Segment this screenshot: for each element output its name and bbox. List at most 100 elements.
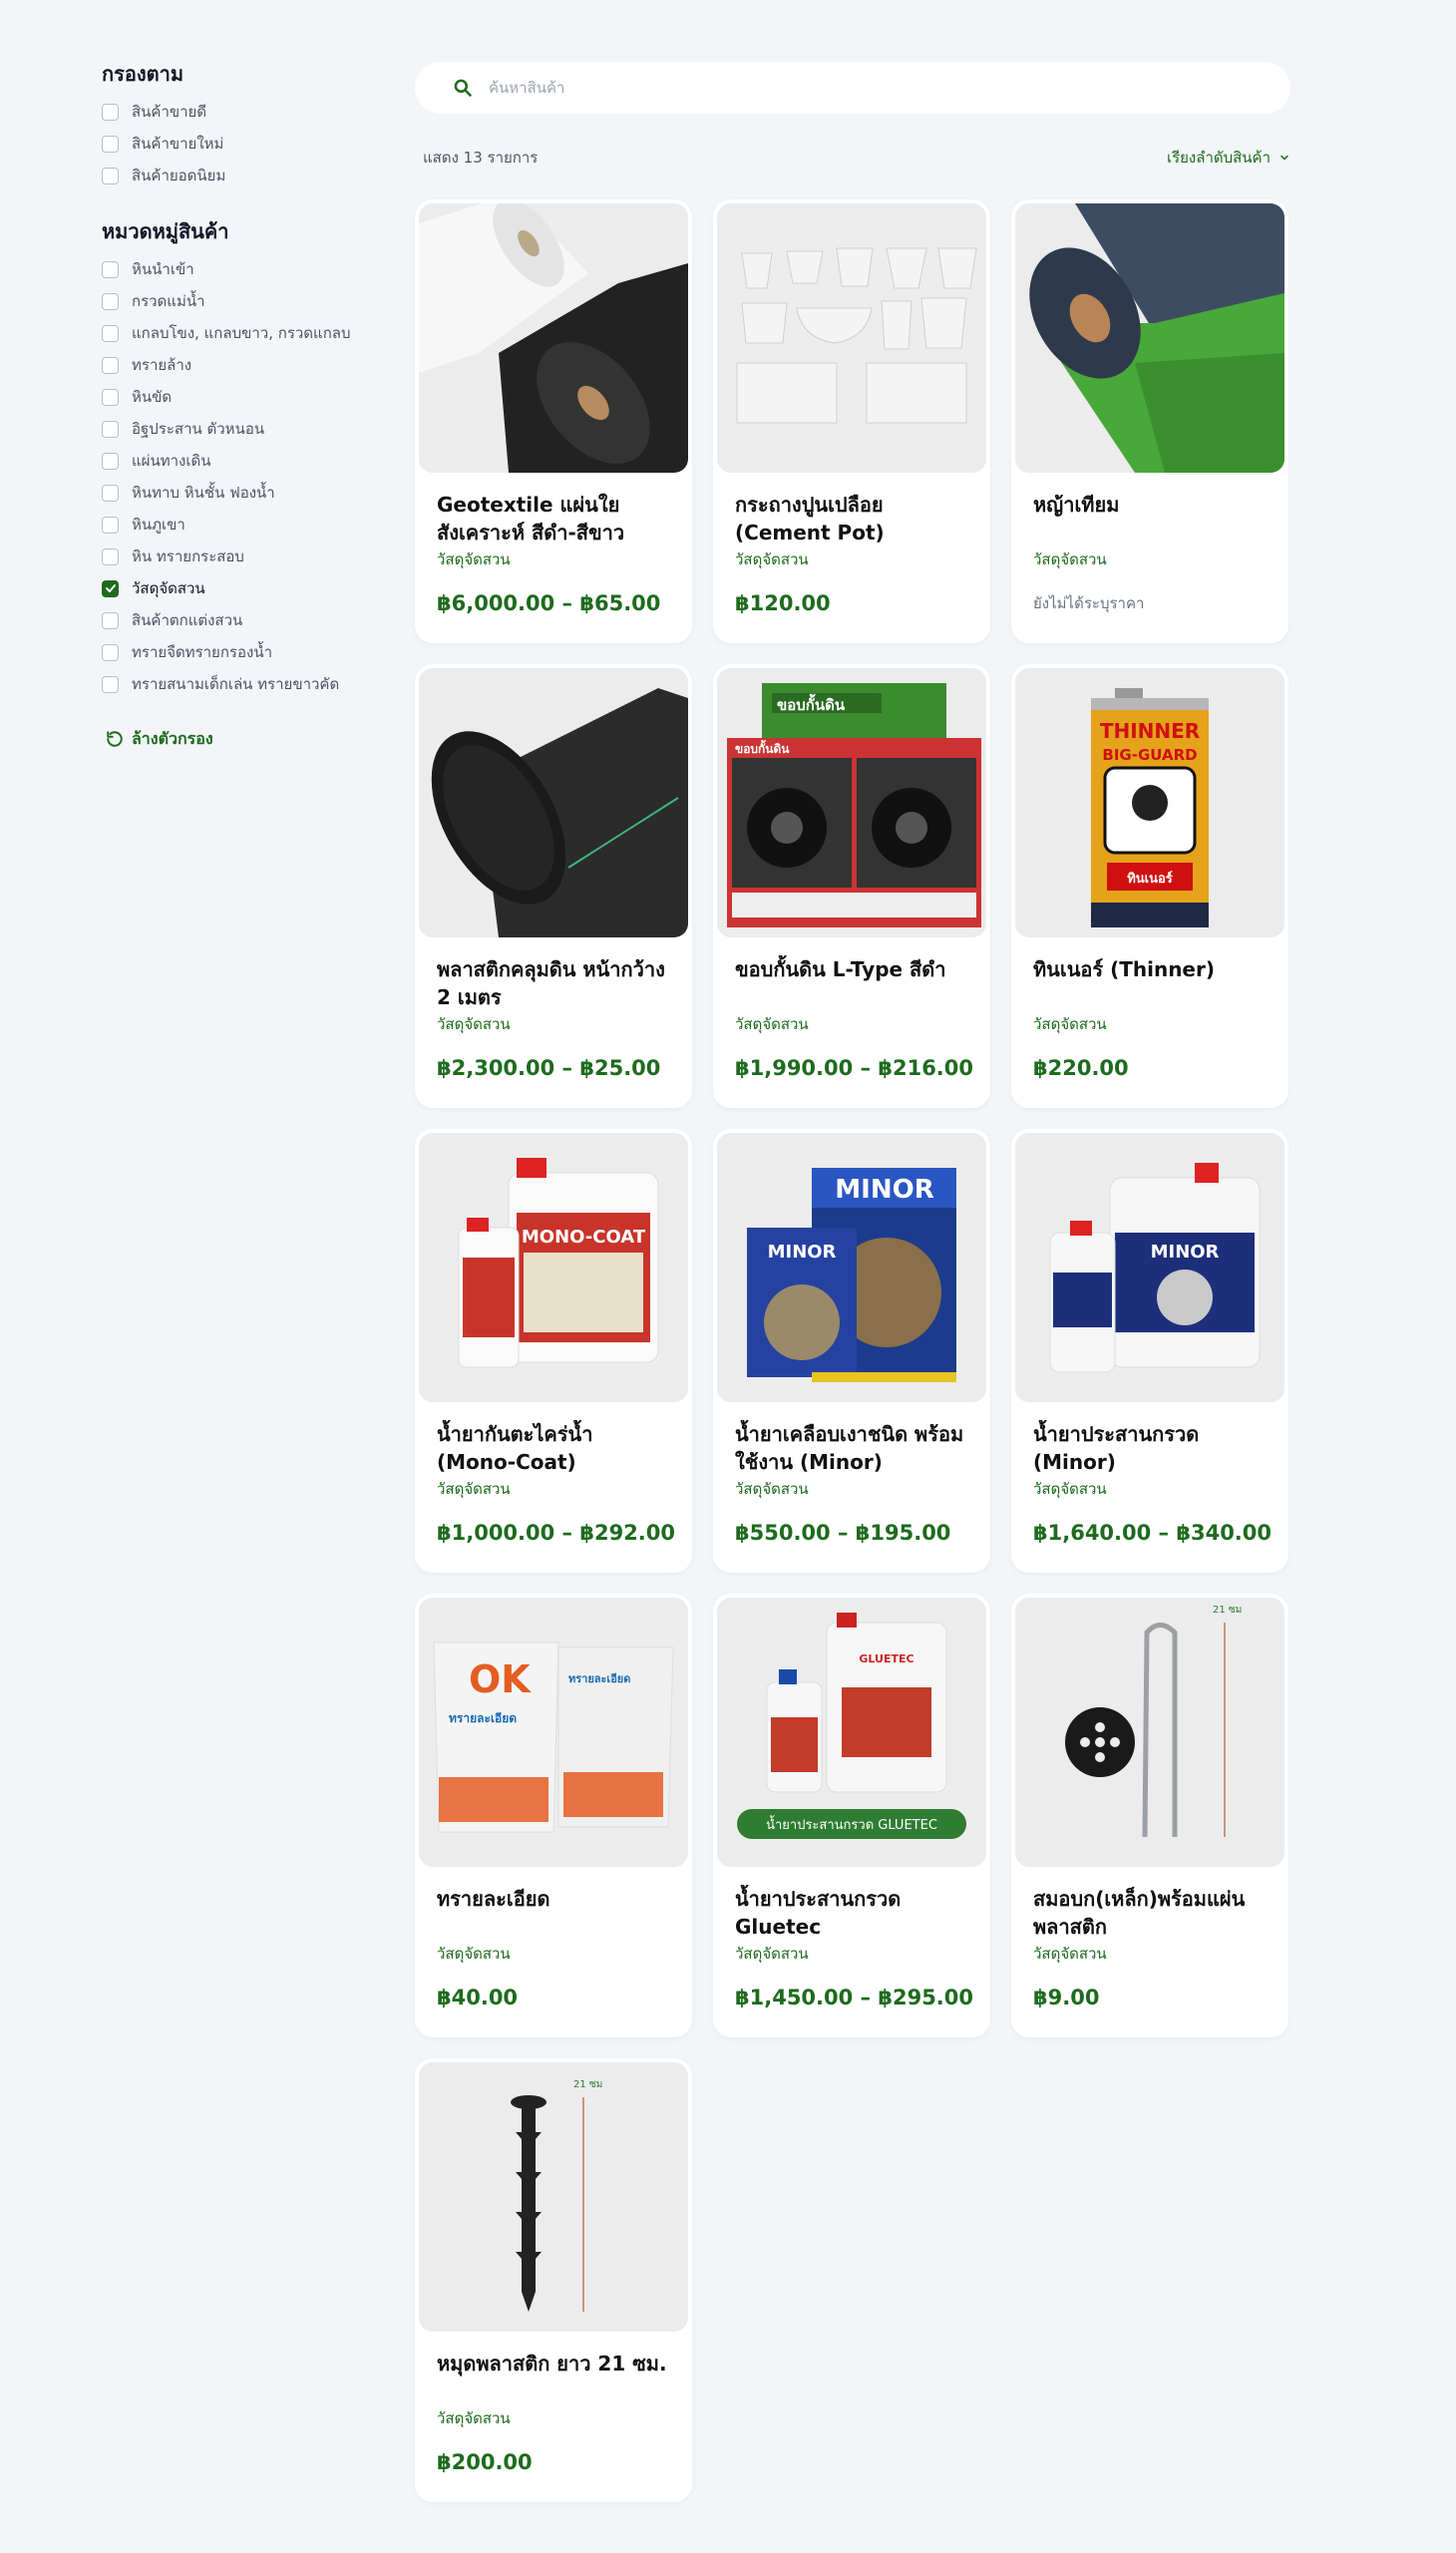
- product-name[interactable]: ทรายละเอียด: [437, 1885, 670, 1941]
- filter-option[interactable]: ทรายล้าง: [102, 349, 371, 381]
- product-name[interactable]: หมุดพลาสติก ยาว 21 ซม.: [437, 2350, 670, 2405]
- svg-text:GLUETEC: GLUETEC: [859, 1652, 913, 1665]
- product-card[interactable]: THINNER BIG-GUARD ทินเนอร์ ทินเนอร์ (Thi…: [1011, 664, 1288, 1108]
- filter-option[interactable]: สินค้ายอดนิยม: [102, 160, 371, 191]
- filter-option[interactable]: กรวดแม่น้ำ: [102, 285, 371, 317]
- checkbox[interactable]: [102, 611, 119, 629]
- checkbox[interactable]: [102, 643, 119, 661]
- product-name[interactable]: น้ำยาเคลือบเงาชนิด พร้อมใช้งาน (Minor): [735, 1420, 968, 1476]
- product-image[interactable]: THINNER BIG-GUARD ทินเนอร์: [1015, 668, 1284, 937]
- filter-option[interactable]: หินนำเข้า: [102, 253, 371, 285]
- product-card[interactable]: MINOR น้ำยาประสานกรวด (Minor) วัสดุจัดสวน…: [1011, 1129, 1288, 1573]
- filter-option[interactable]: หินทาบ หินชั้น ฟองน้ำ: [102, 477, 371, 509]
- filter-option[interactable]: หินภูเขา: [102, 509, 371, 541]
- product-card[interactable]: ขอบกั้นดิน ขอบกั้นดิน ขอบกั้นดิน L-Type …: [713, 664, 990, 1108]
- product-category[interactable]: วัสดุจัดสวน: [437, 1477, 670, 1501]
- product-name[interactable]: น้ำยาประสานกรวด (Minor): [1033, 1420, 1267, 1476]
- weed-mat-image: [419, 668, 688, 937]
- checkbox[interactable]: [102, 420, 119, 438]
- filter-option[interactable]: สินค้าขายดี: [102, 96, 371, 128]
- svg-text:ทรายละเอียด: ทรายละเอียด: [568, 1672, 630, 1685]
- product-category[interactable]: วัสดุจัดสวน: [1033, 1012, 1267, 1036]
- product-category[interactable]: วัสดุจัดสวน: [1033, 1477, 1267, 1501]
- checkbox[interactable]: [102, 103, 119, 121]
- product-card[interactable]: OK ทรายละเอียด ทรายละเอียด ทรายละเอียด วั…: [415, 1594, 692, 2037]
- product-card[interactable]: 21 ซม สมอบก(เหล็ก)พร้อมแผ่นพลาสติก วัสดุจ…: [1011, 1594, 1288, 2037]
- product-image[interactable]: ขอบกั้นดิน ขอบกั้นดิน: [717, 668, 986, 937]
- product-image[interactable]: 21 ซม: [419, 2062, 688, 2332]
- product-image[interactable]: [419, 203, 688, 473]
- product-category[interactable]: วัสดุจัดสวน: [1033, 547, 1267, 571]
- product-category[interactable]: วัสดุจัดสวน: [437, 547, 670, 571]
- product-name[interactable]: กระถางปูนเปลือย (Cement Pot): [735, 491, 968, 547]
- filter-option[interactable]: แผ่นทางเดิน: [102, 445, 371, 477]
- checkbox[interactable]: [102, 547, 119, 565]
- svg-text:ทรายละเอียด: ทรายละเอียด: [449, 1711, 517, 1725]
- product-image[interactable]: OK ทรายละเอียด ทรายละเอียด: [419, 1598, 688, 1867]
- checkbox[interactable]: [102, 356, 119, 374]
- product-info: น้ำยากันตะไคร่น้ำ (Mono-Coat) วัสดุจัดสวน: [419, 1402, 688, 1501]
- product-image[interactable]: MONO-COAT: [419, 1133, 688, 1402]
- product-name[interactable]: ทินเนอร์ (Thinner): [1033, 955, 1267, 1011]
- product-name[interactable]: น้ำยาประสานกรวด Gluetec: [735, 1885, 968, 1941]
- product-name[interactable]: น้ำยากันตะไคร่น้ำ (Mono-Coat): [437, 1420, 670, 1476]
- product-category[interactable]: วัสดุจัดสวน: [735, 1942, 968, 1966]
- product-image[interactable]: [419, 668, 688, 937]
- product-category[interactable]: วัสดุจัดสวน: [735, 1012, 968, 1036]
- product-card[interactable]: หญ้าเทียม วัสดุจัดสวน ยังไม่ได้ระบุราคา: [1011, 199, 1288, 643]
- filter-option[interactable]: ทรายจืดทรายกรองน้ำ: [102, 636, 371, 668]
- search-bar[interactable]: [415, 62, 1290, 114]
- product-card[interactable]: Geotextile แผ่นใย สังเคราะห์ สีดำ-สีขาวว…: [415, 199, 692, 643]
- checkbox[interactable]: [102, 388, 119, 406]
- product-image[interactable]: MINOR MINOR: [717, 1133, 986, 1402]
- product-name[interactable]: Geotextile แผ่นใย สังเคราะห์ สีดำ-สีขาว: [437, 491, 670, 547]
- product-card[interactable]: GLUETEC น้ำยาประสานกรวด GLUETEC น้ำยาประ…: [713, 1594, 990, 2037]
- product-category[interactable]: วัสดุจัดสวน: [437, 1012, 670, 1036]
- filter-option[interactable]: วัสดุจัดสวน: [102, 572, 371, 604]
- product-image[interactable]: [1015, 203, 1284, 473]
- clear-filter-button[interactable]: ล้างตัวกรอง: [102, 726, 371, 752]
- product-category[interactable]: วัสดุจัดสวน: [735, 547, 968, 571]
- checkbox[interactable]: [102, 324, 119, 342]
- product-card[interactable]: 21 ซม หมุดพลาสติก ยาว 21 ซม. วัสดุจัดสวน฿…: [415, 2058, 692, 2502]
- product-image[interactable]: MINOR: [1015, 1133, 1284, 1402]
- product-category[interactable]: วัสดุจัดสวน: [735, 1477, 968, 1501]
- product-image[interactable]: GLUETEC น้ำยาประสานกรวด GLUETEC: [717, 1598, 986, 1867]
- category-list: หินนำเข้า กรวดแม่น้ำ แกลบโขง, แกลบขาว, กรว…: [102, 253, 371, 700]
- search-input[interactable]: [489, 79, 1087, 97]
- product-info: พลาสติกคลุมดิน หน้ากว้าง 2 เมตร วัสดุจัดส…: [419, 937, 688, 1036]
- filter-option[interactable]: อิฐประสาน ตัวหนอน: [102, 413, 371, 445]
- product-name[interactable]: พลาสติกคลุมดิน หน้ากว้าง 2 เมตร: [437, 955, 670, 1011]
- svg-text:21 ซม: 21 ซม: [573, 2079, 602, 2090]
- product-price: ฿550.00 – ฿195.00: [735, 1521, 951, 1545]
- checkbox[interactable]: [102, 675, 119, 693]
- product-image[interactable]: [717, 203, 986, 473]
- product-card[interactable]: MINOR MINOR น้ำยาเคลือบเงาชนิด พร้อมใช้ง…: [713, 1129, 990, 1573]
- sort-dropdown[interactable]: เรียงลำดับสินค้า: [1167, 146, 1290, 170]
- product-name[interactable]: ขอบกั้นดิน L-Type สีดำ: [735, 955, 968, 1011]
- filter-option[interactable]: สินค้าขายใหม่: [102, 128, 371, 160]
- product-category[interactable]: วัสดุจัดสวน: [437, 2406, 670, 2430]
- product-image[interactable]: 21 ซม: [1015, 1598, 1284, 1867]
- product-name[interactable]: หญ้าเทียม: [1033, 491, 1267, 547]
- filter-option[interactable]: ทรายสนามเด็กเล่น ทรายขาวคัด: [102, 668, 371, 700]
- filter-option[interactable]: สินค้าตกแต่งสวน: [102, 604, 371, 636]
- checkbox[interactable]: [102, 292, 119, 310]
- filter-option-label: หินภูเขา: [132, 516, 185, 534]
- checkbox[interactable]: [102, 484, 119, 502]
- checkbox[interactable]: [102, 579, 119, 597]
- checkbox[interactable]: [102, 135, 119, 153]
- product-card[interactable]: กระถางปูนเปลือย (Cement Pot) วัสดุจัดสวน฿…: [713, 199, 990, 643]
- checkbox[interactable]: [102, 260, 119, 278]
- checkbox[interactable]: [102, 167, 119, 184]
- product-category[interactable]: วัสดุจัดสวน: [1033, 1942, 1267, 1966]
- product-name[interactable]: สมอบก(เหล็ก)พร้อมแผ่นพลาสติก: [1033, 1885, 1267, 1941]
- product-category[interactable]: วัสดุจัดสวน: [437, 1942, 670, 1966]
- checkbox[interactable]: [102, 452, 119, 470]
- filter-option[interactable]: หิน ทรายกระสอบ: [102, 541, 371, 572]
- checkbox[interactable]: [102, 516, 119, 534]
- filter-option[interactable]: หินขัด: [102, 381, 371, 413]
- product-card[interactable]: พลาสติกคลุมดิน หน้ากว้าง 2 เมตร วัสดุจัดส…: [415, 664, 692, 1108]
- filter-option[interactable]: แกลบโขง, แกลบขาว, กรวดแกลบ: [102, 317, 371, 349]
- product-card[interactable]: MONO-COAT น้ำยากันตะไคร่น้ำ (Mono-Coat) ว…: [415, 1129, 692, 1573]
